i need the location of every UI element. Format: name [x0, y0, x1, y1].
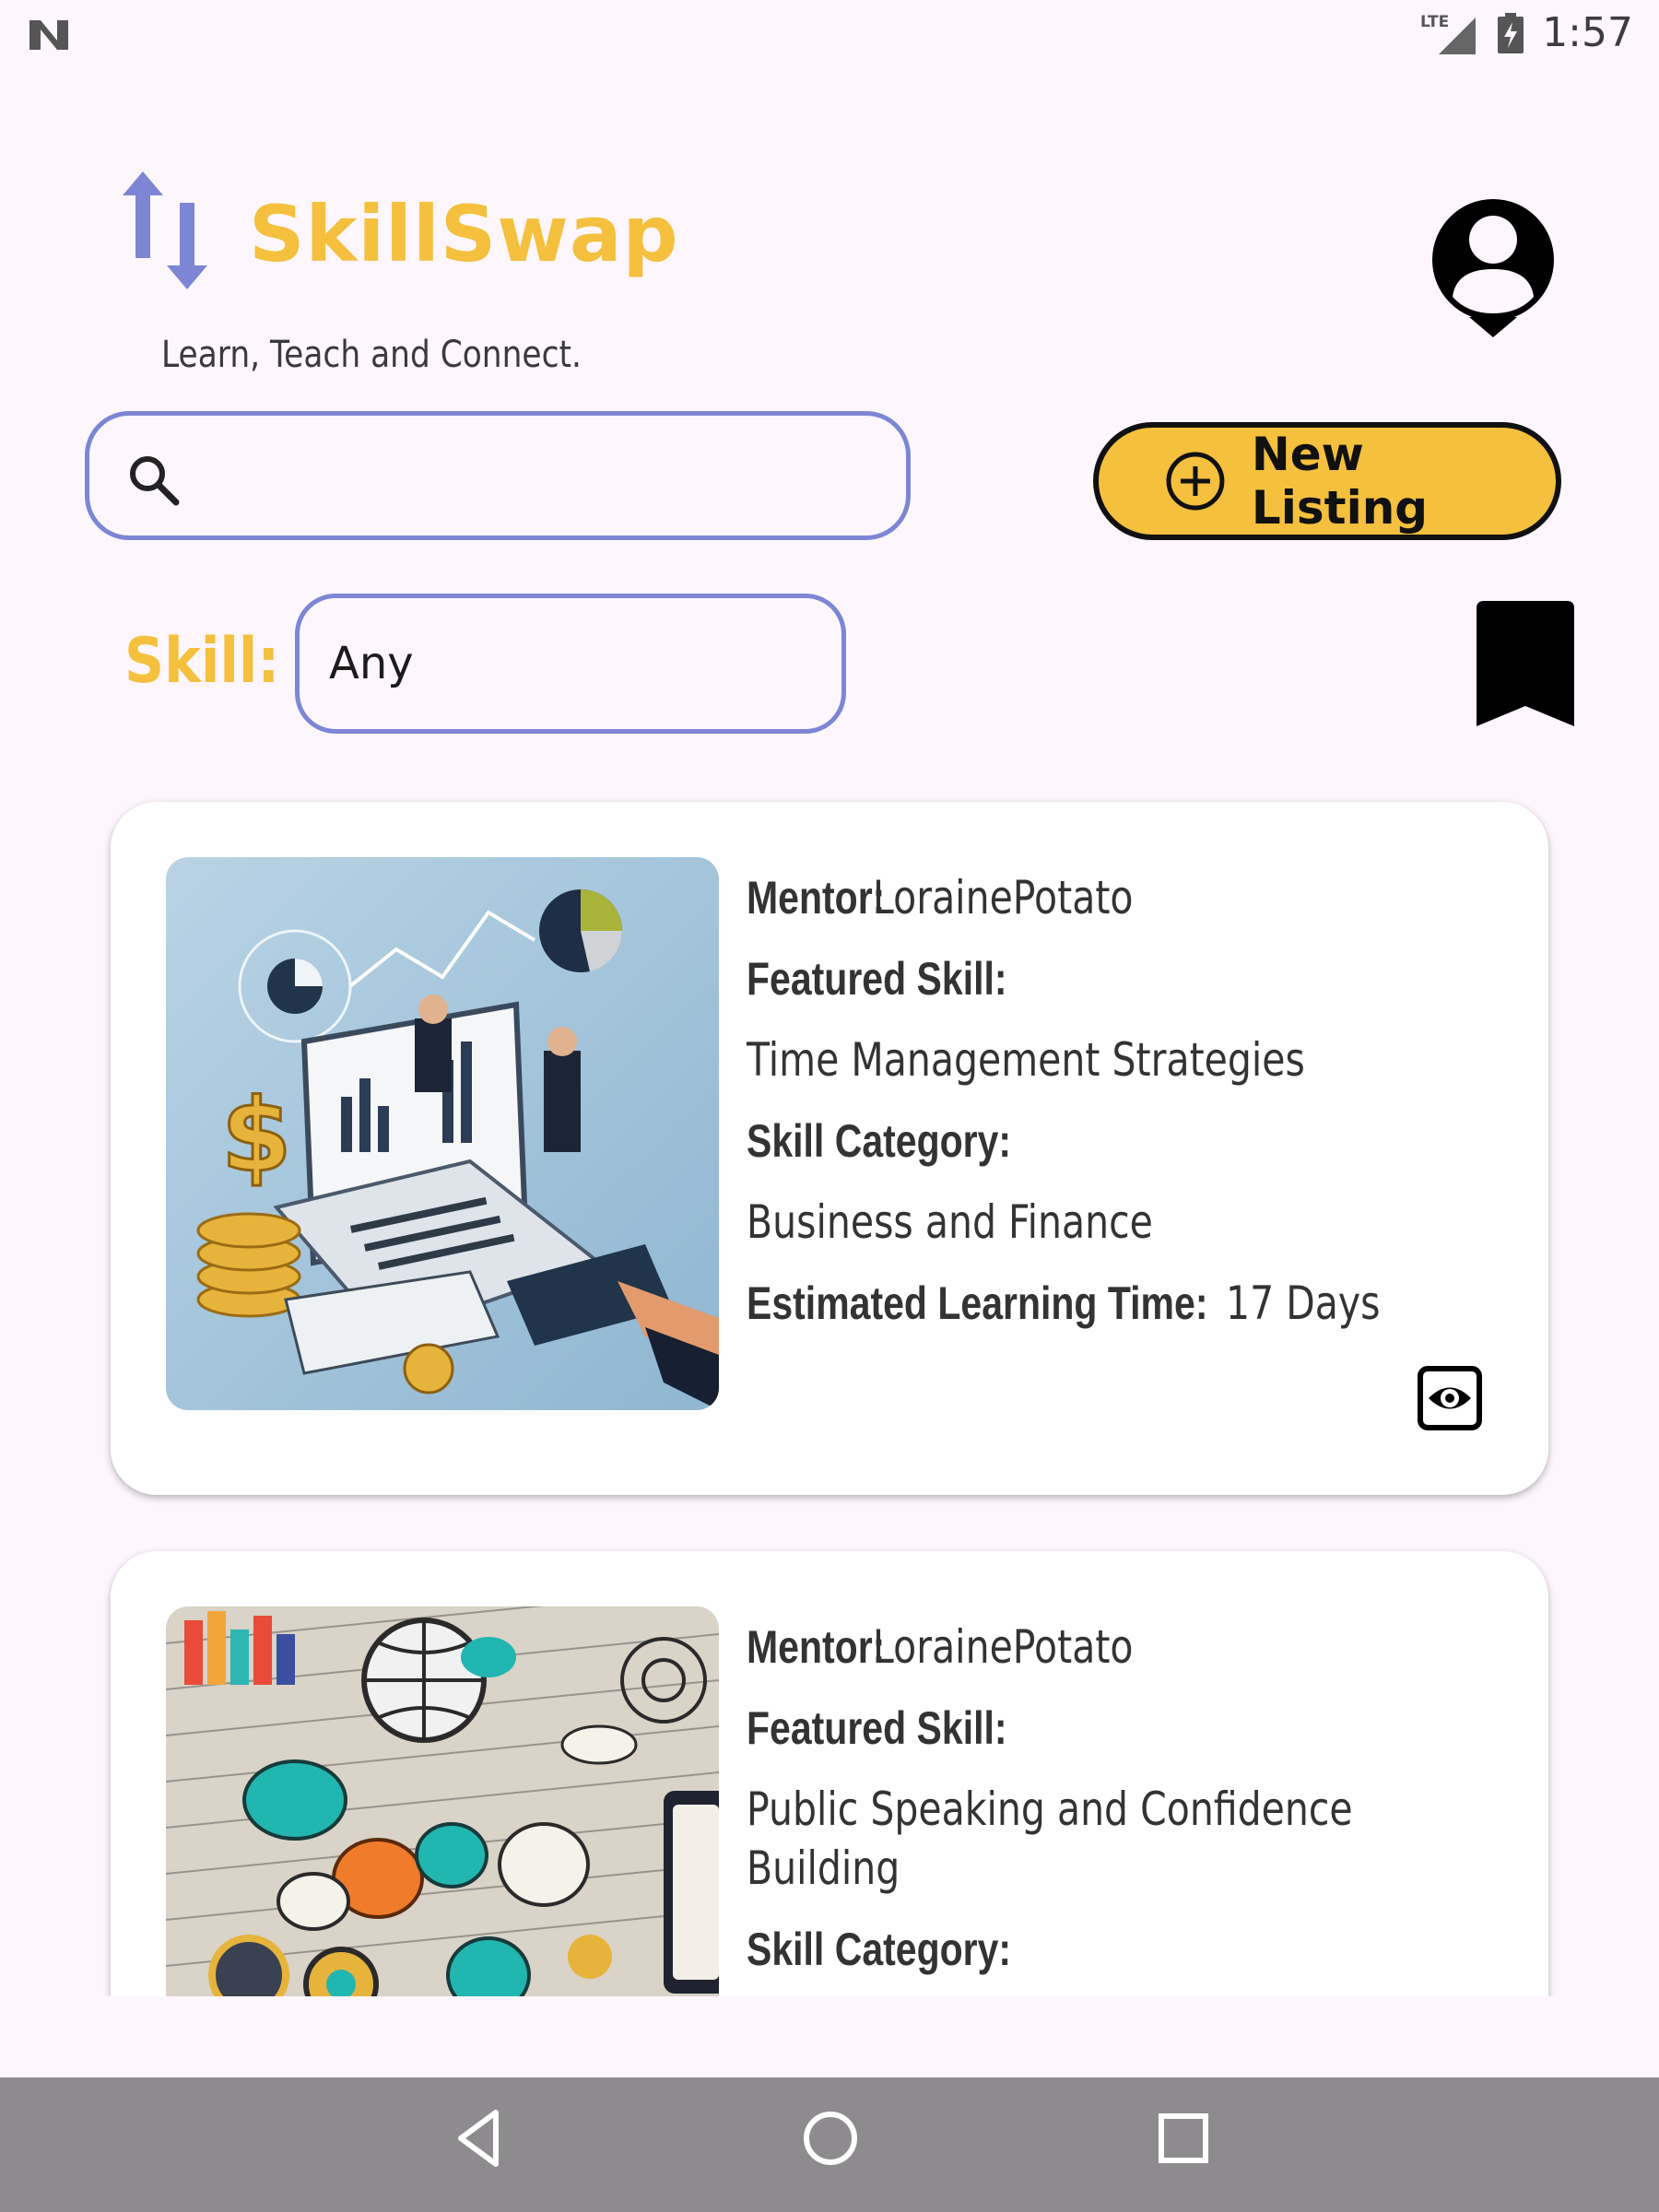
listing-details: Mentor: LorainePotato Featured Skill: Ti…	[747, 868, 1502, 1355]
skill-category-label: Skill Category:	[747, 1115, 1012, 1167]
swap-arrows-icon	[123, 171, 207, 289]
listing-image	[166, 1606, 719, 1996]
mentor-name: LorainePotato	[873, 871, 1134, 924]
listing-image: $	[166, 857, 719, 1410]
new-listing-button[interactable]: New Listing	[1093, 422, 1561, 540]
search-input[interactable]	[85, 411, 911, 540]
app-title: SkillSwap	[249, 189, 679, 279]
add-circle-icon	[1166, 452, 1225, 511]
skill-category-value: Business and Finance	[747, 1195, 1153, 1249]
mentor-name: LorainePotato	[873, 1620, 1134, 1674]
mentor-row: Mentor: LorainePotato	[747, 1618, 1502, 1677]
learning-time-row: Estimated Learning Time: 17 Days	[747, 1274, 1502, 1333]
featured-skill-value: Time Management Strategies	[747, 1033, 1305, 1087]
search-icon	[130, 456, 180, 506]
status-time: 1:57	[1542, 9, 1633, 56]
learning-time-label: Estimated Learning Time:	[747, 1277, 1208, 1329]
status-bar: LTE 1:57	[0, 0, 1659, 69]
skill-filter-value: Any	[329, 638, 414, 689]
featured-skill-label-row: Featured Skill:	[747, 949, 1502, 1008]
mentor-row: Mentor: LorainePotato	[747, 868, 1502, 927]
home-icon[interactable]	[798, 2101, 863, 2175]
mentor-label: Mentor:	[747, 1621, 886, 1673]
featured-skill-value-row: Time Management Strategies	[747, 1030, 1502, 1089]
featured-skill-value-row: Public Speaking and Confidence Building	[747, 1780, 1427, 1898]
skill-category-label-row: Skill Category:	[747, 1920, 1502, 1979]
featured-skill-label-row: Featured Skill:	[747, 1699, 1502, 1758]
featured-skill-label: Featured Skill:	[747, 1702, 1007, 1754]
skill-category-value-row: Business and Finance	[747, 1193, 1502, 1252]
svg-text:$: $	[221, 1077, 292, 1194]
skill-category-label: Skill Category:	[747, 1924, 1012, 1975]
account-circle-icon[interactable]	[1427, 194, 1559, 337]
system-nav-bar	[0, 2077, 1659, 2212]
back-icon[interactable]	[450, 2101, 505, 2175]
skill-filter-select[interactable]: Any	[295, 594, 846, 734]
featured-skill-label: Featured Skill:	[747, 953, 1007, 1005]
svg-text:LTE: LTE	[1420, 13, 1449, 31]
notification-n-icon	[29, 20, 68, 50]
listing-details: Mentor: LorainePotato Featured Skill: Pu…	[747, 1618, 1502, 1996]
battery-charging-icon	[1498, 12, 1524, 53]
signal-lte-icon: LTE	[1420, 13, 1477, 54]
skill-category-label-row: Skill Category:	[747, 1112, 1502, 1171]
skill-filter-label: Skill:	[124, 625, 280, 698]
listing-card[interactable]: Mentor: LorainePotato Featured Skill: Pu…	[111, 1551, 1548, 1996]
new-listing-label: New Listing	[1251, 428, 1429, 535]
listings-list[interactable]: $ Mentor: LorainePotato Featured Skill: …	[0, 793, 1659, 1996]
mentor-label: Mentor:	[747, 872, 886, 924]
featured-skill-value: Public Speaking and Confidence Building	[747, 1783, 1353, 1895]
listing-card[interactable]: $ Mentor: LorainePotato Featured Skill: …	[111, 802, 1548, 1495]
learning-time-value: 17 Days	[1226, 1277, 1381, 1330]
bookmark-icon[interactable]	[1477, 601, 1574, 726]
tagline: Learn, Teach and Connect.	[161, 334, 582, 376]
recents-icon[interactable]	[1154, 2101, 1213, 2175]
eye-icon[interactable]	[1418, 1366, 1482, 1430]
